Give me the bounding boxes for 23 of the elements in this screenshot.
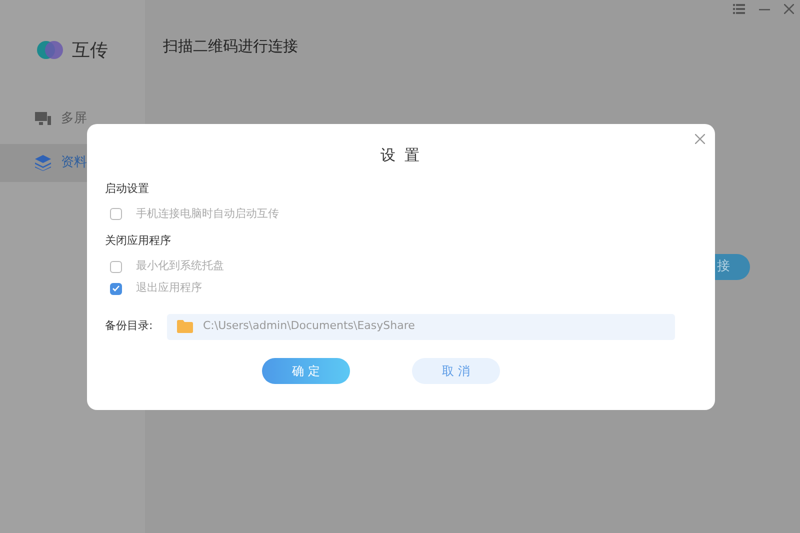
dialog-title: 设 置 xyxy=(380,145,422,166)
checkbox[interactable] xyxy=(110,260,122,272)
option-label: 手机连接电脑时自动启动互传 xyxy=(136,206,279,222)
folder-icon xyxy=(177,320,193,333)
option-label: 最小化到系统托盘 xyxy=(136,258,224,274)
logo-icon xyxy=(36,40,64,60)
close-button[interactable] xyxy=(695,134,705,144)
section-title: 启动设置 xyxy=(105,180,150,196)
cancel-button[interactable]: 取 消 xyxy=(412,358,500,384)
sidebar-item[interactable]: 多屏 xyxy=(0,100,145,138)
confirm-button[interactable]: 确 定 xyxy=(262,358,350,384)
monitor-icon xyxy=(35,112,51,126)
option-label: 退出应用程序 xyxy=(136,280,202,296)
path-field[interactable]: C:\Users\admin\Documents\EasyShare xyxy=(167,314,675,340)
checkbox[interactable] xyxy=(110,208,122,220)
layers-icon xyxy=(35,155,51,171)
page-heading: 扫描二维码进行连接 xyxy=(163,36,298,57)
checkbox[interactable] xyxy=(110,282,122,294)
field-label: 备份目录: xyxy=(105,318,154,334)
section-title: 关闭应用程序 xyxy=(105,233,172,249)
close-icon[interactable] xyxy=(784,4,794,14)
app-name: 互传 xyxy=(72,38,108,62)
menu-icon[interactable] xyxy=(733,4,745,14)
